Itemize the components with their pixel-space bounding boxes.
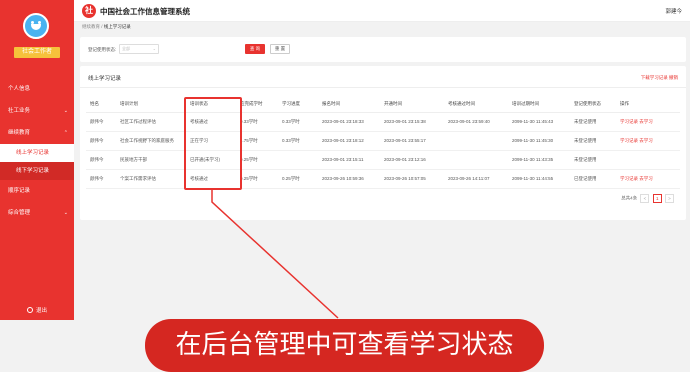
caption-banner: 在后台管理中可查看学习状态	[145, 319, 544, 372]
pointer-arrow	[211, 190, 339, 319]
pointer-line	[211, 190, 339, 319]
